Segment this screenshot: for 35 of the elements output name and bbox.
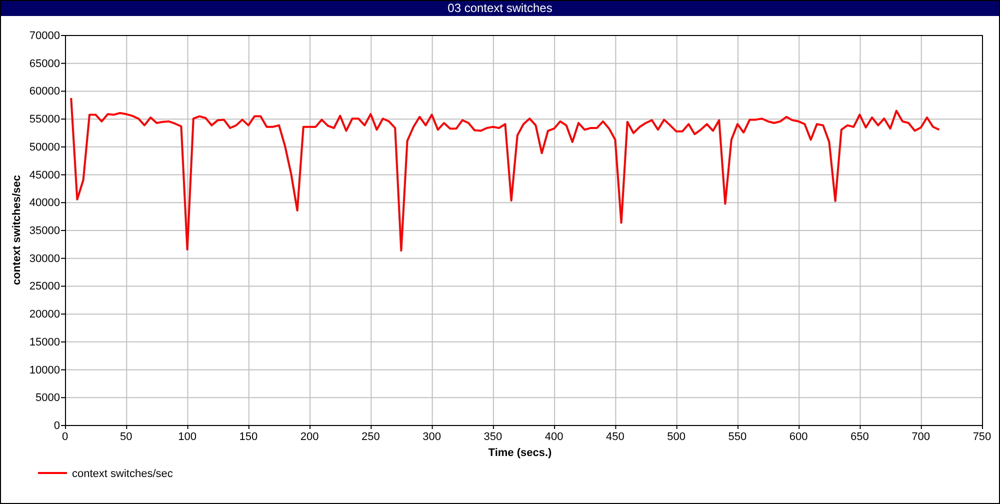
legend-label: context switches/sec [72, 468, 173, 480]
tick-label: 10000 [29, 364, 60, 376]
tick-label: 15000 [29, 336, 60, 348]
tick-label: 25000 [29, 280, 60, 293]
tick-label: 250 [361, 431, 380, 443]
tick-label: 700 [912, 431, 930, 443]
tick-label: 450 [606, 431, 624, 443]
tick-label: 150 [239, 431, 258, 443]
tick-label: 55000 [29, 114, 60, 126]
tick-label: 0 [54, 420, 60, 432]
tick-label: 65000 [29, 58, 60, 70]
tick-label: 50 [120, 431, 132, 443]
tick-label: 550 [728, 431, 747, 443]
window-title: 03 context switches [448, 1, 552, 16]
tick-label: 600 [789, 431, 808, 443]
tick-label: 40000 [29, 197, 60, 210]
axis-title: Time (secs.) [488, 447, 552, 459]
tick-label: 70000 [29, 30, 60, 42]
tick-label: 45000 [29, 169, 60, 182]
tick-label: 350 [484, 431, 502, 443]
tick-label: 100 [178, 431, 196, 443]
tick-label: 30000 [29, 252, 60, 265]
tick-label: 500 [667, 431, 686, 443]
tick-label: 5000 [36, 392, 60, 404]
tick-label: 300 [422, 431, 441, 443]
axis-title: context switches/sec [11, 174, 23, 286]
tick-label: 50000 [29, 141, 60, 154]
tick-label: 400 [544, 431, 564, 443]
tick-label: 200 [300, 431, 319, 443]
tick-label: 750 [972, 431, 992, 443]
tick-label: 35000 [29, 225, 60, 237]
tick-label: 650 [850, 431, 869, 443]
tick-label: 60000 [29, 86, 60, 98]
tick-label: 0 [62, 431, 68, 443]
tick-label: 20000 [29, 308, 60, 321]
